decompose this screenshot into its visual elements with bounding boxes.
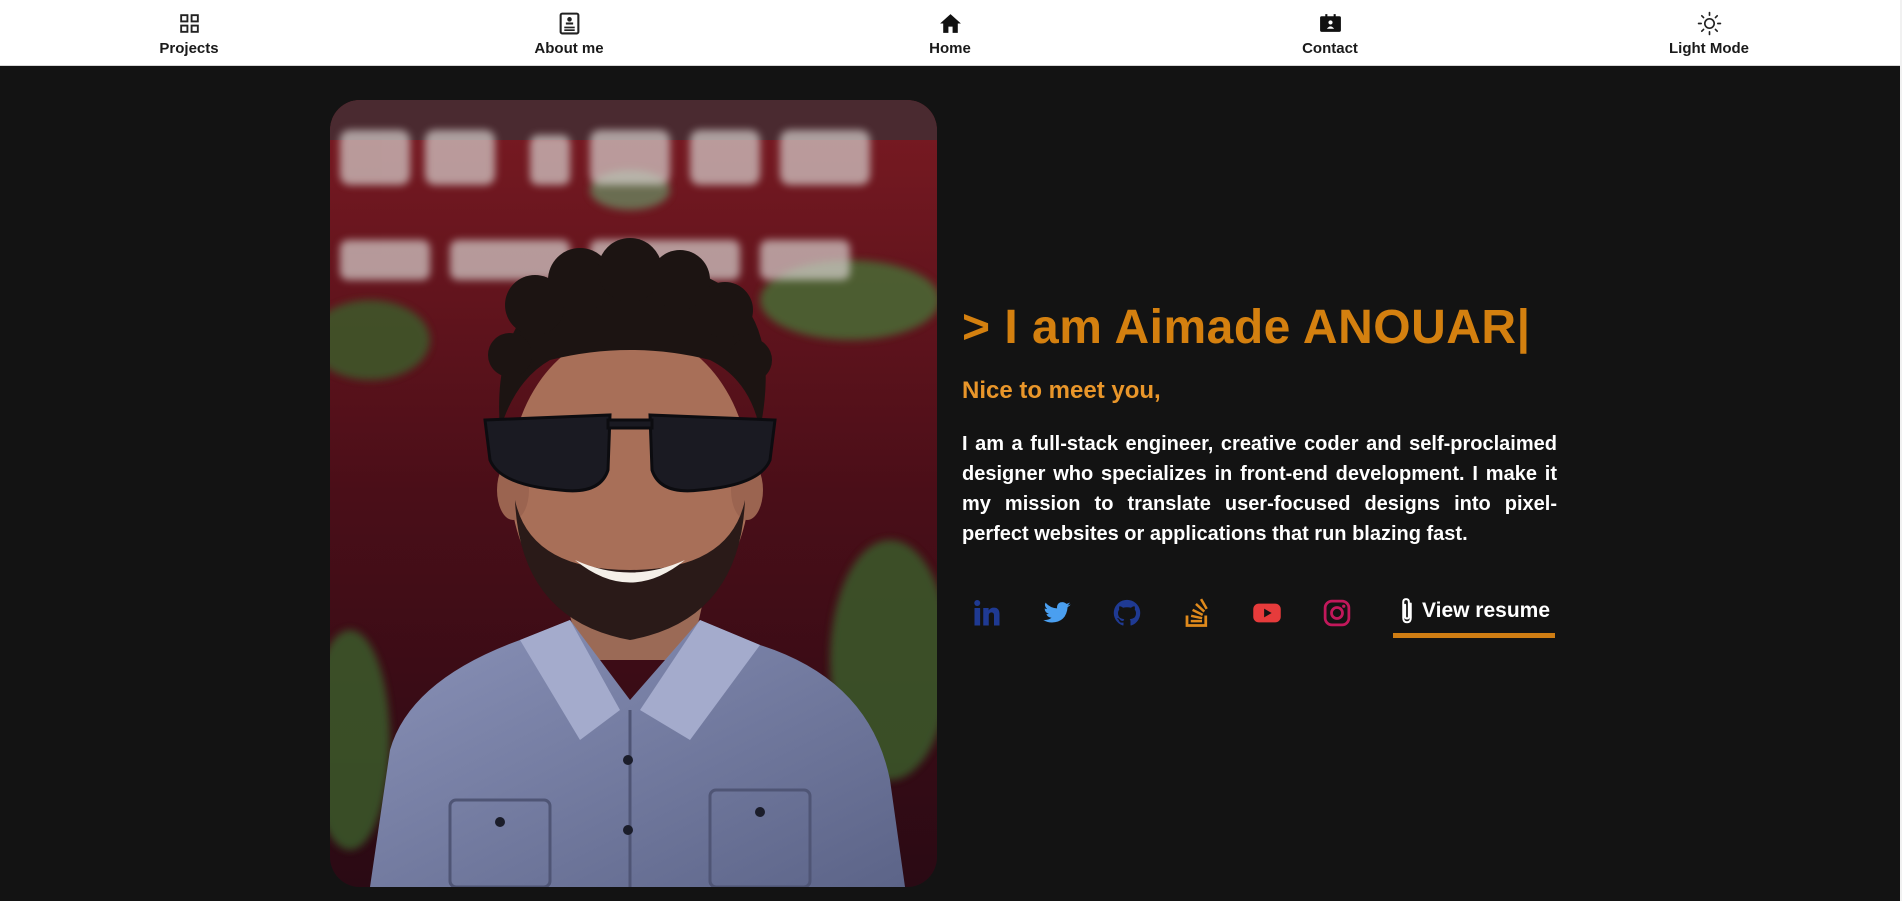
stackoverflow-icon [1185,598,1208,627]
nav-item-home[interactable]: Home [880,0,1020,65]
top-nav: Projects About me Home Contact Light Mod… [0,0,1900,66]
actions-row: View resume [962,588,1557,640]
nav-label-contact: Contact [1302,40,1358,57]
profile-photo [330,100,937,887]
nav-item-projects[interactable]: Projects [119,0,259,65]
nav-item-light-mode[interactable]: Light Mode [1639,0,1779,65]
nav-label-light-mode: Light Mode [1669,40,1749,57]
nav-item-contact[interactable]: Contact [1260,0,1400,65]
view-resume-label: View resume [1421,598,1551,622]
nav-label-about: About me [534,40,604,57]
bio-paragraph: I am a full-stack engineer, creative cod… [962,433,1557,545]
nav-label-projects: Projects [159,40,219,57]
github-link[interactable] [1110,596,1144,630]
profile-card-icon [559,12,579,35]
linkedin-link[interactable] [970,596,1004,630]
twitter-icon [1043,602,1071,623]
subtitle: Nice to meet you, [962,377,1161,404]
nav-item-about[interactable]: About me [499,0,639,65]
stackoverflow-link[interactable] [1180,596,1214,630]
instagram-link[interactable] [1320,596,1354,630]
github-icon [1113,599,1141,626]
youtube-icon [1253,603,1281,623]
grid-icon [179,14,199,33]
intro-section: > I am Aimade ANOUAR| Nice to meet you, … [962,300,1557,549]
instagram-icon [1323,599,1351,627]
paperclip-icon [1402,597,1412,623]
contact-card-icon [1319,14,1341,32]
nav-label-home: Home [929,40,971,57]
sun-icon [1697,11,1721,36]
headline: > I am Aimade ANOUAR| [962,301,1531,354]
portrait-illustration [330,100,937,887]
home-icon [939,14,961,33]
view-resume-button[interactable]: View resume [1393,588,1555,638]
youtube-link[interactable] [1250,596,1284,630]
linkedin-icon [974,600,1000,626]
twitter-link[interactable] [1040,596,1074,630]
